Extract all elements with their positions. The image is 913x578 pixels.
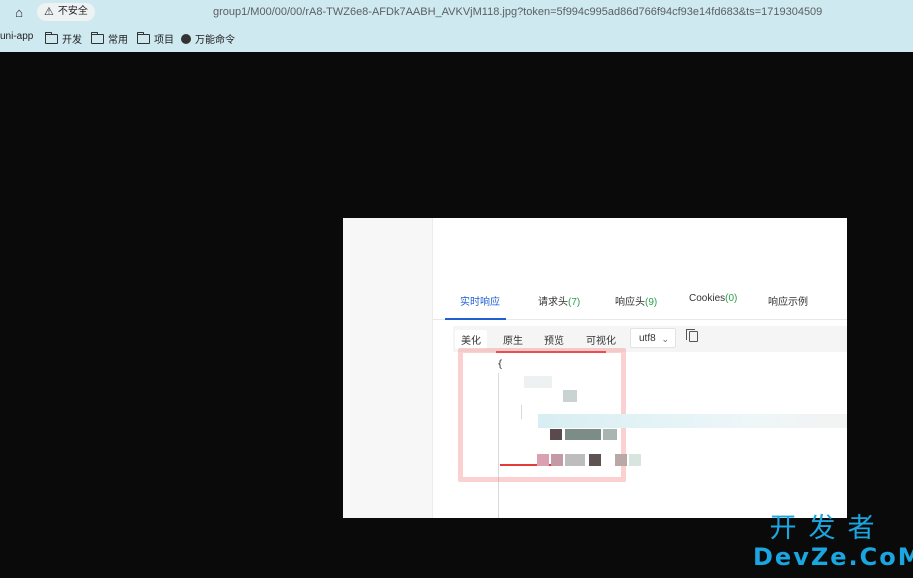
- tab-request-headers[interactable]: 请求头(7): [538, 293, 580, 308]
- folder-icon: [137, 32, 150, 44]
- bookmark-project[interactable]: 项目: [137, 31, 174, 46]
- bookmark-label: 常用: [108, 35, 128, 46]
- security-label: 不安全: [57, 6, 88, 17]
- bookmark-common[interactable]: 常用: [91, 31, 128, 46]
- tab-label: 实时响应: [460, 297, 500, 308]
- warning-icon: ⚠: [44, 6, 54, 18]
- tab-label: Cookies: [689, 293, 726, 304]
- tab-raw[interactable]: 原生: [503, 332, 523, 347]
- folder-icon: [91, 32, 104, 44]
- redacted-block: [550, 429, 562, 440]
- active-tab-indicator: [445, 318, 506, 320]
- bookmark-label: 项目: [154, 35, 174, 46]
- redacted-block: [565, 429, 601, 440]
- tab-count: (7): [568, 297, 581, 308]
- redacted-block: [565, 454, 585, 466]
- tab-visualize[interactable]: 可视化: [586, 332, 616, 347]
- divider: [432, 218, 433, 518]
- tab-preview[interactable]: 预览: [544, 332, 564, 347]
- chevron-down-icon: ⌄: [661, 334, 669, 344]
- redacted-block: [537, 454, 549, 466]
- url-text[interactable]: group1/M00/00/00/rA8-TWZ6e8-AFDk7AABH_AV…: [213, 6, 822, 18]
- screenshot-panel: 实时响应 请求头(7) 响应头(9) Cookies(0) 响应示例 美化 原生…: [343, 218, 847, 518]
- redacted-block: [563, 390, 577, 402]
- globe-icon: [181, 33, 191, 44]
- bookmark-label: 万能命令: [195, 35, 235, 46]
- tab-label: 请求头: [538, 297, 568, 308]
- redacted-line: [538, 414, 847, 428]
- home-icon[interactable]: ⌂: [11, 5, 27, 21]
- redacted-block: [629, 454, 641, 466]
- watermark-cn: 开发者: [769, 513, 887, 544]
- redacted-block: [589, 454, 601, 466]
- bookmark-uni-app[interactable]: uni-app: [0, 31, 33, 42]
- bookmark-dev[interactable]: 开发: [45, 31, 82, 46]
- tab-label: 响应示例: [768, 297, 808, 308]
- security-badge[interactable]: ⚠ 不安全: [37, 3, 95, 21]
- browser-chrome: ⌂ ⚠ 不安全 group1/M00/00/00/rA8-TWZ6e8-AFDk…: [0, 0, 913, 52]
- encoding-value: utf8: [639, 333, 656, 344]
- site-watermark: 开发者 DevZe.CoM: [753, 513, 913, 571]
- watermark-en: DevZe.CoM: [753, 543, 913, 571]
- redacted-block: [615, 454, 627, 466]
- tab-realtime-response[interactable]: 实时响应: [460, 293, 500, 308]
- encoding-select[interactable]: utf8 ⌄: [630, 328, 676, 348]
- response-tabs: 实时响应 请求头(7) 响应头(9) Cookies(0) 响应示例: [433, 282, 847, 320]
- tab-response-example[interactable]: 响应示例: [768, 293, 808, 308]
- bookmark-label: uni-app: [0, 31, 34, 42]
- redacted-block: [603, 429, 617, 440]
- bookmark-commands[interactable]: 万能命令: [181, 31, 235, 46]
- tab-count: (9): [645, 297, 658, 308]
- tab-cookies[interactable]: Cookies(0): [689, 293, 737, 304]
- folder-icon: [45, 32, 58, 44]
- tab-response-headers[interactable]: 响应头(9): [615, 293, 657, 308]
- bookmark-label: 开发: [62, 35, 82, 46]
- redacted-block: [524, 376, 552, 388]
- bookmarks-bar: uni-app 开发 常用 项目 万能命令: [0, 27, 913, 49]
- copy-icon[interactable]: [686, 329, 698, 342]
- panel-sidebar: [343, 218, 432, 518]
- tab-count: (0): [725, 293, 738, 304]
- redacted-block: [551, 454, 563, 466]
- address-bar[interactable]: ⌂ ⚠ 不安全 group1/M00/00/00/rA8-TWZ6e8-AFDk…: [0, 0, 913, 25]
- tab-label: 响应头: [615, 297, 645, 308]
- tab-beautify[interactable]: 美化: [455, 330, 487, 349]
